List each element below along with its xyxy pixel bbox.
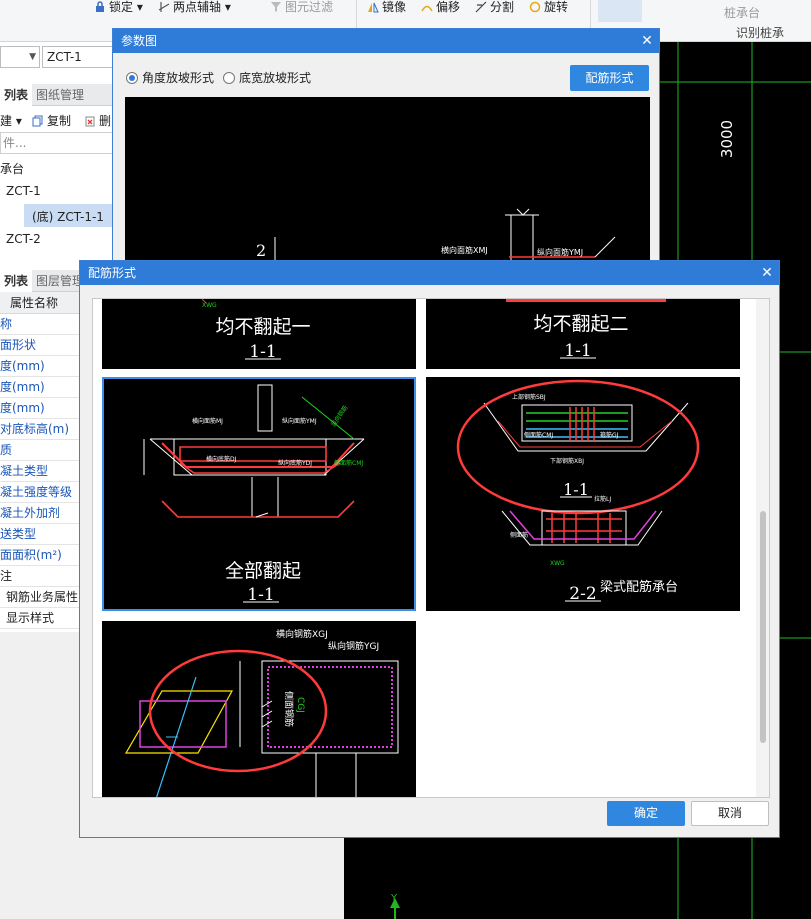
tab-drawing-management[interactable]: 图纸管理: [32, 84, 88, 106]
cancel-button[interactable]: 取消: [691, 801, 769, 826]
pile-cap-label: 桩承台: [724, 6, 761, 20]
identify-pile-cap-group: 识别桩承: [736, 26, 785, 40]
tile-title: 均不翻起二: [533, 313, 628, 335]
rebar-option-tile[interactable]: XWG 均不翻起一 1-1: [102, 299, 416, 369]
tile-label: CGJ: [295, 697, 305, 713]
preview-label: 纵向面筋YMJ: [537, 248, 584, 257]
tree-item-zct-2[interactable]: ZCT-2: [6, 232, 41, 246]
tab-property-list[interactable]: 列表: [0, 270, 33, 292]
rebar-form-gallery: XWG 均不翻起一 1-1 均不翻起二 1-1 横向面筋MJ 纵向面筋YMJ 横…: [92, 298, 770, 798]
tree-item-zct-1-1[interactable]: (底) ZCT-1-1: [32, 208, 104, 225]
tree-root-pile-cap[interactable]: 承台: [0, 160, 24, 177]
tile-drawing: 横向钢筋XGJ 纵向钢筋YGJ 侧面钢筋 CGJ: [124, 628, 399, 797]
radio-unchecked-icon: [223, 72, 235, 84]
tile-drawing: 均不翻起二 1-1: [506, 299, 666, 361]
offset-button[interactable]: 偏移: [421, 0, 460, 14]
preview-label: 横向面筋XMJ: [441, 246, 488, 255]
tile-label: 侧面筋CMJ: [334, 459, 363, 467]
search-input[interactable]: 件...: [0, 132, 113, 154]
preview-drawing: [274, 208, 616, 269]
tile-drawing: 上部钢筋SBJ 侧面筋CMJ 下部钢筋XBJ 箍筋GJ 拉筋LJ 侧面筋 XWG…: [456, 379, 700, 604]
rotate-button[interactable]: 旋转: [529, 0, 568, 14]
tile-label: 横向面筋MJ: [192, 417, 223, 425]
new-button[interactable]: 建 ▾: [0, 112, 22, 129]
scrollbar-thumb[interactable]: [760, 511, 766, 743]
mirror-button[interactable]: 镜像: [367, 0, 406, 14]
tile-label: 箍筋GJ: [600, 431, 619, 439]
component-tabstrip: 列表 图纸管理: [0, 84, 113, 106]
floor-select[interactable]: ▼: [0, 46, 40, 68]
tile-label: 侧面筋: [510, 531, 528, 539]
dimension-label: 3000: [718, 119, 737, 159]
tile-label: 横向钢筋XGJ: [276, 628, 328, 640]
rebar-form-button[interactable]: 配筋形式: [570, 65, 649, 91]
gallery-scrollbar[interactable]: [756, 299, 769, 797]
filter-icon: [270, 1, 282, 13]
drawing-canvas-bottom[interactable]: Y: [344, 836, 664, 919]
chevron-down-icon: ▼: [29, 52, 36, 62]
lock-icon: [94, 1, 106, 13]
tab-component-list[interactable]: 列表: [0, 84, 33, 106]
tile-label: 纵向面筋YMJ: [282, 417, 317, 425]
y-axis-label: Y: [391, 893, 398, 904]
tile-label: 横向底筋DJ: [206, 455, 237, 463]
preview-dimension: 2: [256, 241, 267, 260]
tile-label: 上部钢筋SBJ: [512, 393, 546, 401]
tile-small-label: XWG: [202, 302, 217, 309]
tile-label: XWG: [550, 560, 565, 567]
mirror-icon: [367, 1, 379, 13]
tile-drawing: 横向面筋MJ 纵向面筋YMJ 横向底筋DJ 纵向底筋YDJ 侧面筋CMJ 竖向钢…: [143, 384, 365, 605]
tree-item-zct-1[interactable]: ZCT-1: [6, 184, 41, 198]
element-filter-button[interactable]: 图元过滤: [270, 0, 333, 14]
lock-button[interactable]: 锁定 ▾: [94, 0, 143, 14]
close-icon[interactable]: ✕: [755, 261, 779, 285]
tile-label: 纵向底筋YDJ: [278, 459, 312, 467]
copy-icon: [32, 115, 44, 127]
tile-drawing: XWG 均不翻起一 1-1: [201, 299, 311, 362]
tile-label: 拉筋LJ: [594, 495, 611, 503]
rotate-icon: [529, 1, 541, 13]
ok-button[interactable]: 确定: [607, 801, 685, 826]
tile-title: 均不翻起一: [215, 316, 310, 338]
radio-checked-icon: [126, 72, 138, 84]
tile-title: 全部翻起: [225, 560, 301, 582]
element-select[interactable]: ZCT-1: [42, 46, 113, 68]
tile-title: 梁式配筋承台: [600, 579, 678, 595]
close-icon[interactable]: ✕: [635, 29, 659, 53]
tile-label: 下部钢筋XBJ: [550, 457, 584, 465]
copy-button[interactable]: 复制: [32, 112, 71, 129]
radio-width-slope[interactable]: 底宽放坡形式: [223, 69, 311, 86]
delete-button[interactable]: 删: [84, 112, 111, 129]
rebar-dialog-titlebar: 配筋形式: [80, 261, 779, 285]
split-icon: [475, 1, 487, 13]
rebar-form-dialog: 配筋形式 ✕ XWG 均不翻起一 1-1 均不翻起二 1-1 横向面筋MJ 纵向…: [79, 260, 780, 838]
delete-icon: [84, 115, 96, 127]
two-point-axis-button[interactable]: 两点辅轴 ▾: [158, 0, 231, 14]
radio-angle-slope[interactable]: 角度放坡形式: [126, 69, 214, 86]
axis-indicator: [390, 898, 400, 919]
tile-label: 竖向钢筋: [329, 404, 349, 428]
tile-section: 1-1: [563, 480, 589, 499]
parameter-dialog-titlebar: 参数图: [113, 29, 659, 53]
pile-cap-tool-button[interactable]: [598, 0, 642, 22]
axis-icon: [158, 1, 170, 13]
offset-icon: [421, 1, 433, 13]
rebar-option-tile[interactable]: 均不翻起二 1-1: [426, 299, 740, 369]
tile-label: 侧面筋CMJ: [524, 431, 553, 439]
split-button[interactable]: 分割: [475, 0, 514, 14]
parameter-diagram-dialog: 参数图 ✕ 角度放坡形式 底宽放坡形式 配筋形式 2 横向面筋XMJ 纵向面筋Y…: [112, 28, 660, 269]
tile-label: 纵向钢筋YGJ: [328, 640, 379, 652]
rebar-option-tile[interactable]: 上部钢筋SBJ 侧面筋CMJ 下部钢筋XBJ 箍筋GJ 拉筋LJ 侧面筋 XWG…: [426, 377, 740, 611]
rebar-option-tile-selected[interactable]: 横向面筋MJ 纵向面筋YMJ 横向底筋DJ 纵向底筋YDJ 侧面筋CMJ 竖向钢…: [102, 377, 416, 611]
tile-label: 侧面钢筋: [283, 691, 295, 727]
parameter-preview: 2 横向面筋XMJ 纵向面筋YMJ: [125, 97, 650, 269]
rebar-option-tile[interactable]: 横向钢筋XGJ 纵向钢筋YGJ 侧面钢筋 CGJ: [102, 621, 416, 797]
